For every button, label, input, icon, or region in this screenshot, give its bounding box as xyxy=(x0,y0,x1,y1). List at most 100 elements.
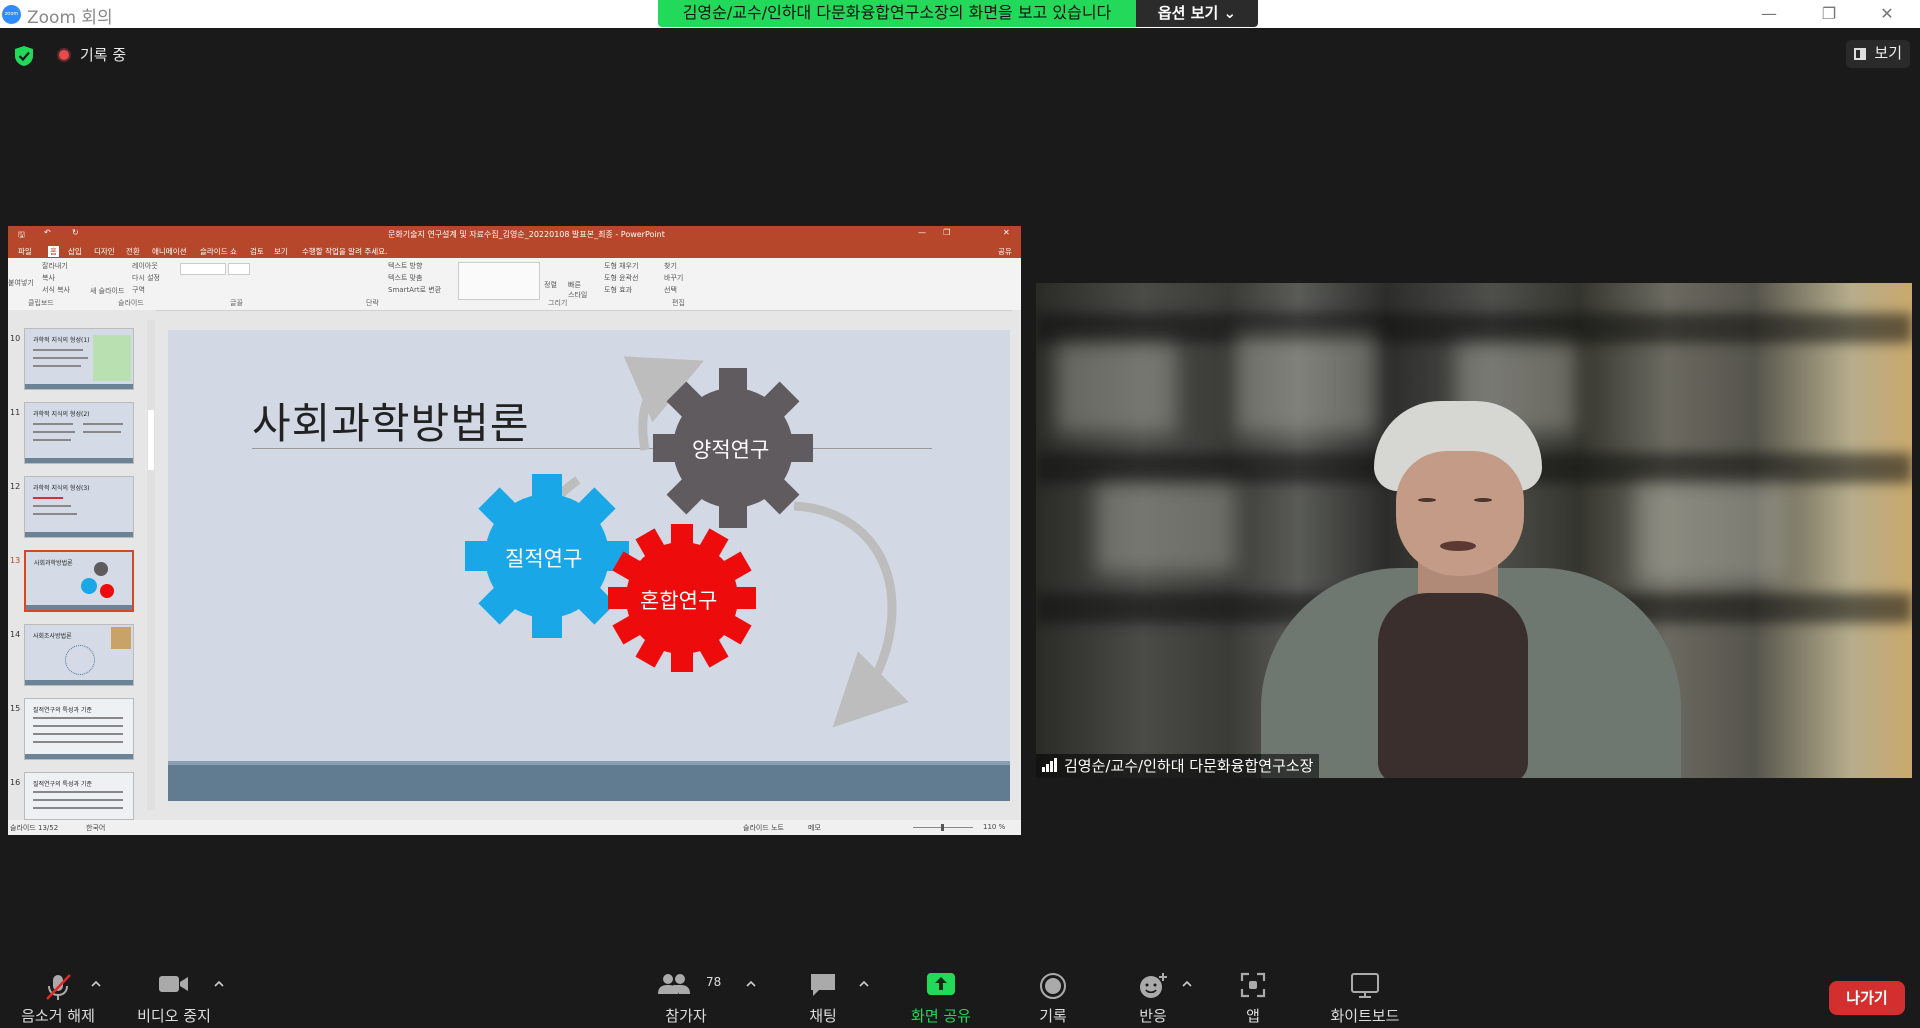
participant-name: 김영순/교수/인하대 다문화융합연구소장 xyxy=(1064,757,1314,775)
chevron-up-icon[interactable] xyxy=(91,979,101,989)
view-options-label: 옵션 보기 xyxy=(1157,4,1219,22)
record-label: 기록 xyxy=(1039,1007,1067,1025)
participant-name-tag: 김영순/교수/인하대 다문화융합연구소장 xyxy=(1036,754,1320,778)
slide-thumbnail-12[interactable]: 과학적 지식의 형성(3) xyxy=(24,476,134,538)
chevron-up-icon[interactable] xyxy=(214,979,224,989)
current-slide: 사회과학방법론 양적연구 질적연구 혼합연구 xyxy=(168,330,1010,801)
slide-thumbnail-13-selected[interactable]: 사회과학방법론 xyxy=(24,550,134,612)
ppt-menu-transitions: 전환 xyxy=(126,247,140,256)
participant-video[interactable] xyxy=(1036,283,1912,778)
participants-button[interactable]: 78 참가자 xyxy=(650,955,722,1028)
whiteboard-icon xyxy=(1351,973,1379,998)
apps-icon xyxy=(1240,972,1266,998)
chat-label: 채팅 xyxy=(809,1007,837,1025)
ppt-layout: 레이아웃 xyxy=(132,262,158,270)
slide-thumbnail-10[interactable]: 과학적 지식의 형성(1) xyxy=(24,328,134,390)
slide-thumbnail-15[interactable]: 질적연구의 특성과 기준 xyxy=(24,698,134,760)
ppt-slide-counter: 슬라이드 13/52 xyxy=(10,824,59,832)
gear-label-quantitative: 양적연구 xyxy=(692,438,770,462)
chevron-up-icon[interactable] xyxy=(859,979,869,989)
microphone-muted-icon xyxy=(46,974,71,1000)
ppt-restore-icon: ❐ xyxy=(943,228,951,237)
thumbnail-scrollbar[interactable] xyxy=(147,320,155,810)
redo-icon: ↻ xyxy=(72,228,79,237)
ppt-arrange: 정렬 xyxy=(544,281,557,289)
ppt-find: 찾기 xyxy=(664,262,677,270)
thumbnail-number: 12 xyxy=(10,482,21,491)
person-face xyxy=(1396,451,1524,576)
ppt-new-slide: 새 슬라이드 xyxy=(90,287,125,295)
slide-thumbnail-14[interactable]: 사회조사방법론 xyxy=(24,624,134,686)
share-screen-label: 화면 공유 xyxy=(911,1007,971,1025)
view-options-button[interactable]: 옵션 보기 ⌄ xyxy=(1136,0,1258,27)
security-shield-icon[interactable] xyxy=(14,45,34,67)
gear-diagram xyxy=(465,356,909,728)
view-button[interactable]: 보기 xyxy=(1846,40,1910,68)
slide-thumbnail-pane: 10 과학적 지식의 형성(1) 11 과학적 지식의 형성(2) 12 과학적… xyxy=(8,310,156,820)
ppt-menu-animations: 애니메이션 xyxy=(152,247,187,256)
chevron-up-icon[interactable] xyxy=(746,979,756,989)
apps-button[interactable]: 앱 xyxy=(1226,955,1280,1028)
ppt-copy: 복사 xyxy=(42,274,55,282)
ppt-reset: 다시 설정 xyxy=(132,274,160,282)
person-scarf xyxy=(1378,593,1528,778)
thumbnail-number: 15 xyxy=(10,704,21,713)
ppt-language: 한국어 xyxy=(86,824,106,832)
participants-label: 참가자 xyxy=(665,1007,707,1025)
meeting-toolbar: 음소거 해제 비디오 중지 78 참가자 채팅 화면 공유 기록 반응 앱 화이… xyxy=(0,955,1920,1028)
participants-icon xyxy=(658,974,690,994)
thumbnail-title: 과학적 지식의 형성(1) xyxy=(33,337,90,344)
chat-button[interactable]: 채팅 xyxy=(796,955,850,1028)
ppt-zoom-level: 110 % xyxy=(983,823,1006,831)
gear-label-mixed: 혼합연구 xyxy=(640,589,718,613)
chevron-up-icon[interactable] xyxy=(1182,979,1192,989)
save-icon: 🖫 xyxy=(18,230,25,239)
ppt-group-paragraph: 단락 xyxy=(366,299,379,307)
share-screen-button[interactable]: 화면 공유 xyxy=(900,955,982,1028)
recording-label: 기록 중 xyxy=(80,46,127,64)
restore-button[interactable]: ❐ xyxy=(1806,0,1852,28)
stop-video-button[interactable]: 비디오 중지 xyxy=(128,955,220,1028)
ppt-menu-home: 홈 xyxy=(48,246,59,257)
view-layout-icon xyxy=(1854,48,1866,60)
thumbnail-title: 과학적 지식의 형성(2) xyxy=(33,411,90,418)
share-screen-icon xyxy=(927,973,955,995)
ppt-menu-view: 보기 xyxy=(274,247,288,256)
ppt-group-drawing: 그리기 xyxy=(548,299,568,307)
ppt-tell-me: 수행할 작업을 알려 주세요. xyxy=(302,247,388,256)
whiteboard-button[interactable]: 화이트보드 xyxy=(1320,955,1410,1028)
slide-thumbnail-16[interactable]: 질적연구의 특성과 기준 xyxy=(24,772,134,820)
ppt-align-text: 텍스트 맞춤 xyxy=(388,274,423,282)
ppt-paste: 붙여넣기 xyxy=(8,279,34,287)
minimize-button[interactable]: — xyxy=(1746,0,1792,28)
leave-meeting-button[interactable]: 나가기 xyxy=(1829,981,1905,1015)
ppt-share: 공유 xyxy=(998,247,1012,256)
thumbnail-number: 10 xyxy=(10,334,21,343)
reactions-button[interactable]: 반응 xyxy=(1126,955,1180,1028)
ppt-notes: 슬라이드 노트 xyxy=(743,824,784,832)
signal-strength-icon xyxy=(1042,758,1058,772)
thumbnail-title: 과학적 지식의 형성(3) xyxy=(33,485,90,492)
ppt-shape-fill: 도형 채우기 xyxy=(604,262,639,270)
whiteboard-label: 화이트보드 xyxy=(1330,1007,1400,1025)
ppt-group-font: 글꼴 xyxy=(230,299,243,307)
slide-scrollbar[interactable] xyxy=(1012,310,1021,820)
ppt-group-clipboard: 클립보드 xyxy=(28,299,54,307)
ppt-shape-outline: 도형 윤곽선 xyxy=(604,274,639,282)
thumbnail-number: 13 xyxy=(10,556,21,565)
gear-label-qualitative: 질적연구 xyxy=(505,547,583,571)
ppt-minimize-icon: — xyxy=(918,228,926,237)
ppt-format-painter: 서식 복사 xyxy=(42,286,70,294)
record-button[interactable]: 기록 xyxy=(1026,955,1080,1028)
unmute-button[interactable]: 음소거 해제 xyxy=(12,955,104,1028)
ppt-text-direction: 텍스트 방향 xyxy=(388,262,423,270)
thumbnail-title: 질적연구의 특성과 기준 xyxy=(33,707,93,714)
slide-thumbnail-11[interactable]: 과학적 지식의 형성(2) xyxy=(24,402,134,464)
reactions-label: 반응 xyxy=(1139,1007,1167,1025)
slide-footer-band xyxy=(168,765,1010,801)
ppt-cut: 잘라내기 xyxy=(42,262,68,270)
ppt-select: 선택 xyxy=(664,286,677,294)
emoji-icon xyxy=(1140,973,1167,998)
close-button[interactable]: ✕ xyxy=(1864,0,1910,28)
ppt-group-slides: 슬라이드 xyxy=(118,299,144,307)
